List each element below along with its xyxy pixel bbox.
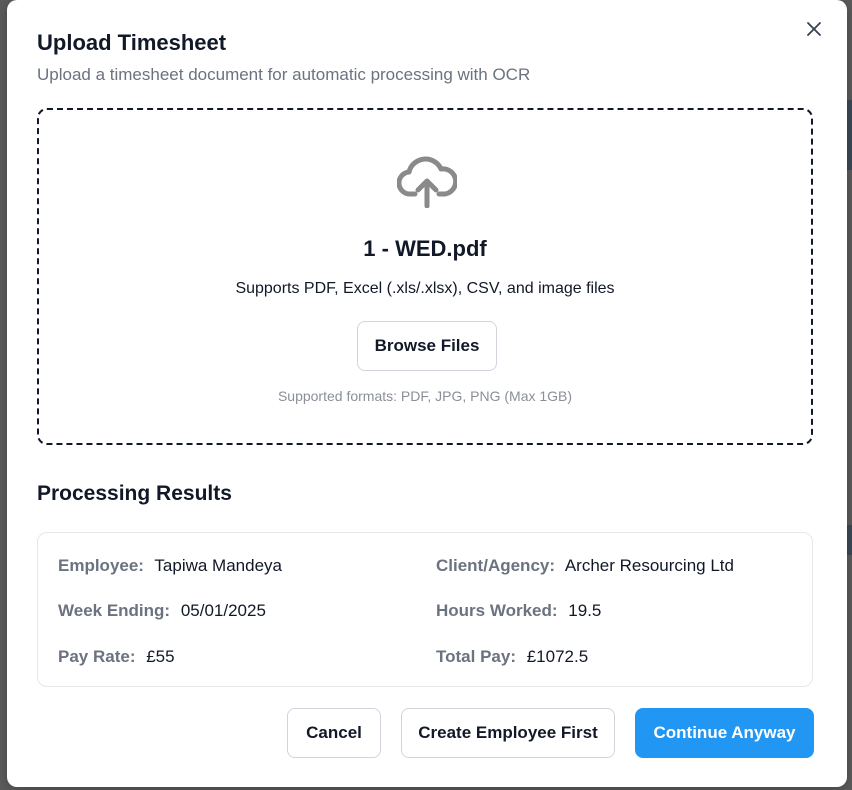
file-dropzone[interactable]: 1 - WED.pdf Supports PDF, Excel (.xls/.x… xyxy=(37,108,813,445)
supported-formats-note: Supported formats: PDF, JPG, PNG (Max 1G… xyxy=(277,388,573,404)
hours-worked-value: 19.5 xyxy=(568,601,602,620)
supported-types-text: Supports PDF, Excel (.xls/.xlsx), CSV, a… xyxy=(235,280,615,297)
create-employee-button[interactable]: Create Employee First xyxy=(401,708,615,758)
close-icon[interactable] xyxy=(805,20,823,38)
total-pay-value: £1072.5 xyxy=(526,647,589,666)
cloud-upload-icon xyxy=(397,156,457,208)
dialog-title: Upload Timesheet xyxy=(37,30,227,55)
employee-field: Employee: Tapiwa Mandeya xyxy=(58,556,282,576)
week-ending-label: Week Ending: xyxy=(58,601,171,620)
client-label: Client/Agency: xyxy=(436,556,556,575)
total-pay-field: Total Pay: £1072.5 xyxy=(436,647,588,667)
pay-rate-value: £55 xyxy=(146,647,175,666)
selected-file-name: 1 - WED.pdf xyxy=(363,236,487,261)
week-ending-value: 05/01/2025 xyxy=(180,601,266,620)
employee-label: Employee: xyxy=(58,556,144,575)
hours-worked-field: Hours Worked: 19.5 xyxy=(436,601,601,621)
processing-results-title: Processing Results xyxy=(37,482,232,505)
client-field: Client/Agency: Archer Resourcing Ltd xyxy=(436,556,734,576)
processing-results-card: Employee: Tapiwa Mandeya Client/Agency: … xyxy=(37,532,813,687)
week-ending-field: Week Ending: 05/01/2025 xyxy=(58,601,266,621)
total-pay-label: Total Pay: xyxy=(436,647,516,666)
client-value: Archer Resourcing Ltd xyxy=(564,556,734,575)
dialog-subtitle: Upload a timesheet document for automati… xyxy=(37,65,531,84)
pay-rate-field: Pay Rate: £55 xyxy=(58,647,175,667)
pay-rate-label: Pay Rate: xyxy=(58,647,136,666)
upload-timesheet-dialog: Upload Timesheet Upload a timesheet docu… xyxy=(7,0,847,787)
hours-worked-label: Hours Worked: xyxy=(436,601,558,620)
employee-value: Tapiwa Mandeya xyxy=(154,556,282,575)
browse-files-button[interactable]: Browse Files xyxy=(357,321,497,371)
continue-anyway-button[interactable]: Continue Anyway xyxy=(635,708,814,758)
cancel-button[interactable]: Cancel xyxy=(287,708,381,758)
